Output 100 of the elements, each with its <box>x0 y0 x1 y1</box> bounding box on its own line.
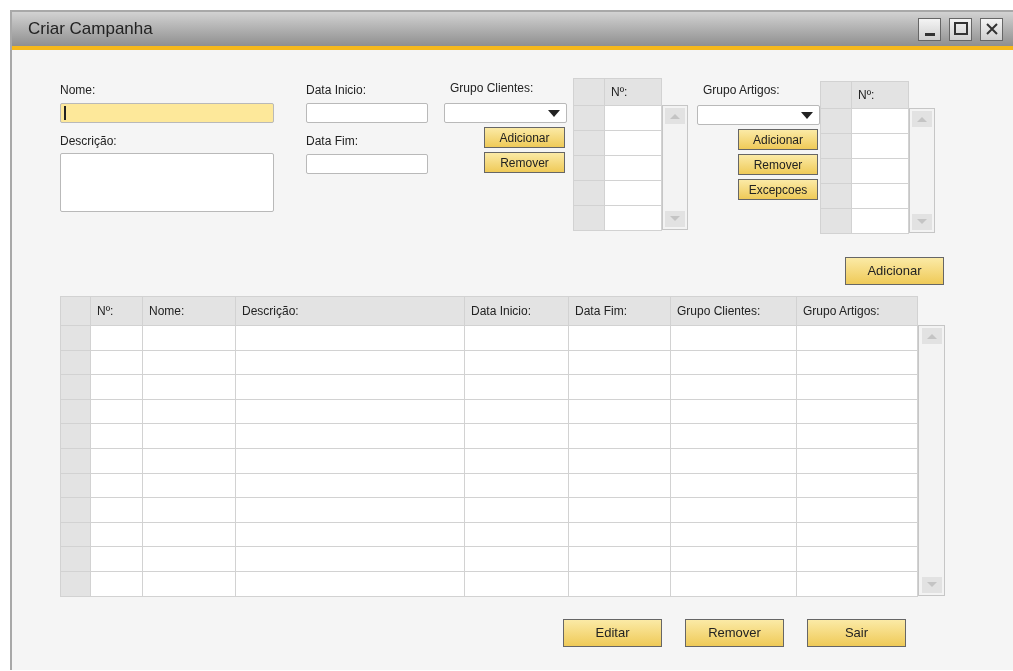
grid-cell[interactable] <box>852 159 909 184</box>
table-cell[interactable] <box>797 547 918 572</box>
grid-cell[interactable] <box>605 106 662 131</box>
table-cell[interactable] <box>236 522 465 548</box>
table-cell[interactable] <box>236 399 465 425</box>
text-area[interactable] <box>60 153 274 212</box>
table-cell[interactable] <box>91 448 143 474</box>
table-cell[interactable] <box>143 424 236 449</box>
table-cell[interactable] <box>91 522 143 548</box>
table-cell[interactable] <box>465 375 569 400</box>
table-cell[interactable] <box>465 424 569 449</box>
table-cell[interactable] <box>569 399 671 425</box>
grid-cell[interactable] <box>605 131 662 156</box>
row-header[interactable] <box>821 184 852 209</box>
grid-cell[interactable] <box>852 184 909 209</box>
table-cell[interactable] <box>671 375 797 400</box>
dropdown[interactable] <box>697 105 820 125</box>
row-header[interactable] <box>61 571 91 597</box>
action-button[interactable]: Remover <box>685 618 784 647</box>
table-cell[interactable] <box>797 326 918 351</box>
table-cell[interactable] <box>671 473 797 499</box>
row-header[interactable] <box>821 209 852 234</box>
table-cell[interactable] <box>797 350 918 376</box>
text-field[interactable] <box>60 103 274 123</box>
table-cell[interactable] <box>465 448 569 474</box>
table-cell[interactable] <box>569 571 671 597</box>
action-button[interactable]: Adicionar <box>738 129 818 150</box>
table-cell[interactable] <box>797 473 918 499</box>
table-cell[interactable] <box>143 448 236 474</box>
minimize-button[interactable] <box>918 17 941 41</box>
table-cell[interactable] <box>797 448 918 474</box>
table-cell[interactable] <box>143 375 236 400</box>
date-field[interactable] <box>306 154 428 174</box>
table-cell[interactable] <box>465 326 569 351</box>
table-cell[interactable] <box>236 424 465 449</box>
table-cell[interactable] <box>143 399 236 425</box>
action-button[interactable]: Adicionar <box>484 127 565 148</box>
table-cell[interactable] <box>465 473 569 499</box>
table-cell[interactable] <box>465 350 569 376</box>
table-cell[interactable] <box>569 424 671 449</box>
action-button[interactable]: Editar <box>563 618 662 647</box>
grid-cell[interactable] <box>852 109 909 134</box>
table-cell[interactable] <box>569 498 671 523</box>
row-header[interactable] <box>61 547 91 572</box>
table-cell[interactable] <box>569 375 671 400</box>
scrollbar[interactable] <box>662 105 688 230</box>
table-cell[interactable] <box>143 350 236 376</box>
table-cell[interactable] <box>236 571 465 597</box>
table-cell[interactable] <box>797 424 918 449</box>
row-header[interactable] <box>61 350 91 376</box>
grid-cell[interactable] <box>852 209 909 234</box>
row-header[interactable] <box>821 159 852 184</box>
action-button[interactable]: Excepcoes <box>738 179 818 200</box>
grid-cell[interactable] <box>605 206 662 231</box>
table-cell[interactable] <box>797 399 918 425</box>
row-header[interactable] <box>61 498 91 523</box>
table-cell[interactable] <box>91 350 143 376</box>
row-header[interactable] <box>61 399 91 425</box>
row-header[interactable] <box>574 131 605 156</box>
table-cell[interactable] <box>569 448 671 474</box>
table-cell[interactable] <box>569 522 671 548</box>
scrollbar[interactable] <box>909 108 935 233</box>
table-cell[interactable] <box>465 522 569 548</box>
table-cell[interactable] <box>569 326 671 351</box>
table-cell[interactable] <box>143 522 236 548</box>
table-cell[interactable] <box>671 424 797 449</box>
table-cell[interactable] <box>236 547 465 572</box>
row-header[interactable] <box>574 156 605 181</box>
close-button[interactable] <box>980 17 1003 41</box>
maximize-button[interactable] <box>949 17 972 41</box>
row-header[interactable] <box>61 473 91 499</box>
table-cell[interactable] <box>569 350 671 376</box>
row-header[interactable] <box>574 106 605 131</box>
table-cell[interactable] <box>671 498 797 523</box>
table-cell[interactable] <box>671 399 797 425</box>
table-cell[interactable] <box>671 571 797 597</box>
table-cell[interactable] <box>236 498 465 523</box>
table-cell[interactable] <box>143 326 236 351</box>
row-header[interactable] <box>821 134 852 159</box>
table-cell[interactable] <box>465 571 569 597</box>
table-cell[interactable] <box>143 547 236 572</box>
action-button[interactable]: Remover <box>484 152 565 173</box>
table-cell[interactable] <box>797 498 918 523</box>
row-header[interactable] <box>821 109 852 134</box>
table-cell[interactable] <box>797 522 918 548</box>
row-header[interactable] <box>61 522 91 548</box>
table-cell[interactable] <box>236 473 465 499</box>
row-header[interactable] <box>574 181 605 206</box>
table-cell[interactable] <box>236 448 465 474</box>
action-button[interactable]: Remover <box>738 154 818 175</box>
table-cell[interactable] <box>236 326 465 351</box>
table-cell[interactable] <box>671 547 797 572</box>
row-header[interactable] <box>574 206 605 231</box>
row-header[interactable] <box>61 448 91 474</box>
table-cell[interactable] <box>797 375 918 400</box>
grid-cell[interactable] <box>605 181 662 206</box>
table-cell[interactable] <box>569 547 671 572</box>
table-cell[interactable] <box>143 498 236 523</box>
table-cell[interactable] <box>91 473 143 499</box>
table-cell[interactable] <box>91 547 143 572</box>
